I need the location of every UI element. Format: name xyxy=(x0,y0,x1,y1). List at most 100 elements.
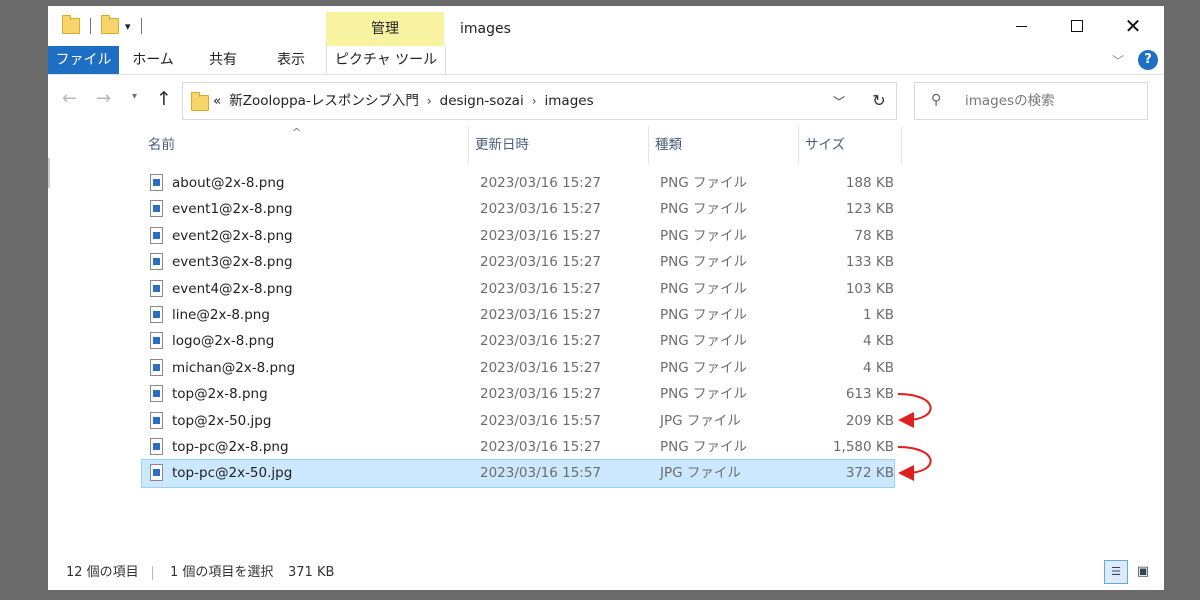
sort-ascending-icon: ^ xyxy=(292,126,302,139)
file-row[interactable]: about@2x-8.png 2023/03/16 15:27 PNG ファイル 18… xyxy=(142,170,894,196)
file-name: logo@2x-8.png xyxy=(172,333,275,350)
breadcrumb-separator-icon[interactable]: › xyxy=(427,83,432,119)
window-title: images xyxy=(460,21,511,37)
folder-icon[interactable] xyxy=(62,15,80,34)
file-row[interactable]: event2@2x-8.png 2023/03/16 15:27 PNG ファイル 7… xyxy=(142,223,894,249)
file-type: PNG ファイル xyxy=(660,280,747,297)
file-type: JPG ファイル xyxy=(660,465,741,482)
image-file-icon xyxy=(150,464,163,482)
help-icon[interactable]: ? xyxy=(1138,50,1158,70)
file-type: PNG ファイル xyxy=(660,254,747,271)
file-type: JPG ファイル xyxy=(660,412,741,429)
file-row[interactable]: event1@2x-8.png 2023/03/16 15:27 PNG ファイル 1… xyxy=(142,196,894,222)
file-size: 4 KB xyxy=(863,333,894,350)
minimize-icon xyxy=(1015,25,1027,27)
search-placeholder: imagesの検索 xyxy=(965,93,1055,109)
tab-file[interactable]: ファイル xyxy=(48,46,119,74)
file-date: 2023/03/16 15:27 xyxy=(480,280,602,297)
status-bar: 12 個の項目 1 個の項目を選択 371 KB ☰ ▣ xyxy=(48,556,1164,590)
file-row[interactable]: event3@2x-8.png 2023/03/16 15:27 PNG ファイル 1… xyxy=(142,249,894,275)
file-type: PNG ファイル xyxy=(660,333,747,350)
file-type: PNG ファイル xyxy=(660,201,747,218)
new-folder-icon[interactable] xyxy=(101,15,119,34)
qat-divider-2 xyxy=(140,18,142,34)
refresh-icon: ↻ xyxy=(872,91,886,110)
file-row[interactable]: top-pc@2x-8.png 2023/03/16 15:27 PNG ファイル 1… xyxy=(142,434,894,460)
up-arrow-icon[interactable]: ↑ xyxy=(156,88,172,110)
file-size: 188 KB xyxy=(845,175,894,191)
breadcrumb-separator-icon[interactable]: › xyxy=(532,83,537,119)
quick-access-toolbar: ▾ xyxy=(62,14,142,38)
forward-arrow-icon[interactable]: → xyxy=(96,88,111,109)
file-row[interactable]: top@2x-50.jpg 2023/03/16 15:57 JPG ファイル 209… xyxy=(142,408,894,434)
address-folder-icon xyxy=(191,92,209,111)
file-name: michan@2x-8.png xyxy=(172,359,296,376)
file-size: 4 KB xyxy=(863,359,894,376)
file-type: PNG ファイル xyxy=(660,227,747,244)
large-icons-view-icon[interactable]: ▣ xyxy=(1132,561,1154,583)
title-bar: ▾ 管理 images ✕ xyxy=(48,6,1164,46)
column-header-name[interactable]: 名前 ^ xyxy=(142,126,468,164)
column-header-date[interactable]: 更新日時 xyxy=(468,126,648,164)
file-size: 372 KB xyxy=(845,465,894,482)
file-row[interactable]: line@2x-8.png 2023/03/16 15:27 PNG ファイル 1 K… xyxy=(142,302,894,328)
image-file-icon xyxy=(150,279,163,297)
manage-contextual-label: 管理 xyxy=(326,12,444,46)
file-row[interactable]: top@2x-8.png 2023/03/16 15:27 PNG ファイル 613 … xyxy=(142,381,894,407)
tab-view[interactable]: 表示 xyxy=(266,46,316,74)
breadcrumb-item[interactable]: images xyxy=(545,83,594,119)
breadcrumb-item[interactable]: 新Zooloppa-レスポンシブ入門 xyxy=(229,83,419,119)
file-row[interactable]: michan@2x-8.png 2023/03/16 15:27 PNG ファイル 4… xyxy=(142,355,894,381)
recent-locations-icon[interactable]: ▾ xyxy=(132,91,137,102)
file-date: 2023/03/16 15:27 xyxy=(480,201,602,218)
status-divider xyxy=(152,566,153,580)
file-list-pane: 名前 ^ 更新日時 種類 サイズ about@2x-8.png 2023/03/1… xyxy=(48,126,1164,556)
refresh-button[interactable]: ↻ xyxy=(862,82,897,120)
file-name: top@2x-8.png xyxy=(172,386,268,403)
file-row[interactable]: logo@2x-8.png 2023/03/16 15:27 PNG ファイル 4 K… xyxy=(142,328,894,354)
item-count: 12 個の項目 xyxy=(66,565,139,580)
address-bar[interactable]: « 新Zooloppa-レスポンシブ入門 › design-sozai › im… xyxy=(182,82,864,120)
file-row-selected[interactable]: top-pc@2x-50.jpg 2023/03/16 15:57 JPG ファイル… xyxy=(141,459,895,488)
file-name: about@2x-8.png xyxy=(172,175,285,191)
image-file-icon xyxy=(150,253,163,271)
expand-ribbon-icon[interactable]: ﹀ xyxy=(1112,52,1124,69)
file-name: event3@2x-8.png xyxy=(172,254,293,271)
file-name: event2@2x-8.png xyxy=(172,227,293,244)
tab-picture-tools[interactable]: ピクチャ ツール xyxy=(326,46,446,74)
breadcrumb-overflow[interactable]: « xyxy=(213,83,221,119)
file-date: 2023/03/16 15:27 xyxy=(480,438,602,455)
breadcrumb-item[interactable]: design-sozai xyxy=(440,83,524,119)
file-size: 133 KB xyxy=(845,254,894,271)
tab-home[interactable]: ホーム xyxy=(126,46,180,74)
file-row[interactable]: event4@2x-8.png 2023/03/16 15:27 PNG ファイル 1… xyxy=(142,276,894,302)
column-header-type[interactable]: 種類 xyxy=(648,126,798,164)
file-type: PNG ファイル xyxy=(660,175,747,191)
qat-divider xyxy=(90,18,91,34)
file-name: top-pc@2x-8.png xyxy=(172,438,289,455)
file-name: event1@2x-8.png xyxy=(172,201,293,218)
file-size: 123 KB xyxy=(845,201,894,218)
customize-qat-icon[interactable]: ▾ xyxy=(125,20,131,33)
search-icon: ⚲ xyxy=(931,92,942,108)
minimize-button[interactable] xyxy=(992,6,1050,46)
file-name: top-pc@2x-50.jpg xyxy=(172,465,293,482)
close-button[interactable]: ✕ xyxy=(1104,6,1162,46)
address-dropdown-icon[interactable]: ﹀ xyxy=(833,93,845,110)
file-date: 2023/03/16 15:57 xyxy=(480,412,602,429)
image-file-icon xyxy=(150,437,163,455)
column-header-size[interactable]: サイズ xyxy=(798,126,902,164)
search-input[interactable]: ⚲ imagesの検索 xyxy=(914,82,1148,120)
details-view-icon[interactable]: ☰ xyxy=(1104,560,1128,584)
tab-share[interactable]: 共有 xyxy=(198,46,248,74)
selection-count: 1 個の項目を選択 xyxy=(170,565,274,580)
address-row: ← → ▾ ↑ « 新Zooloppa-レスポンシブ入門 › design-so… xyxy=(48,76,1164,126)
column-headers: 名前 ^ 更新日時 種類 サイズ xyxy=(142,126,902,164)
pane-splitter[interactable] xyxy=(48,158,50,188)
maximize-button[interactable] xyxy=(1048,6,1106,46)
image-file-icon xyxy=(150,411,163,429)
image-file-icon xyxy=(150,305,163,323)
file-date: 2023/03/16 15:27 xyxy=(480,359,602,376)
back-arrow-icon[interactable]: ← xyxy=(62,88,77,109)
file-size: 613 KB xyxy=(845,386,894,403)
